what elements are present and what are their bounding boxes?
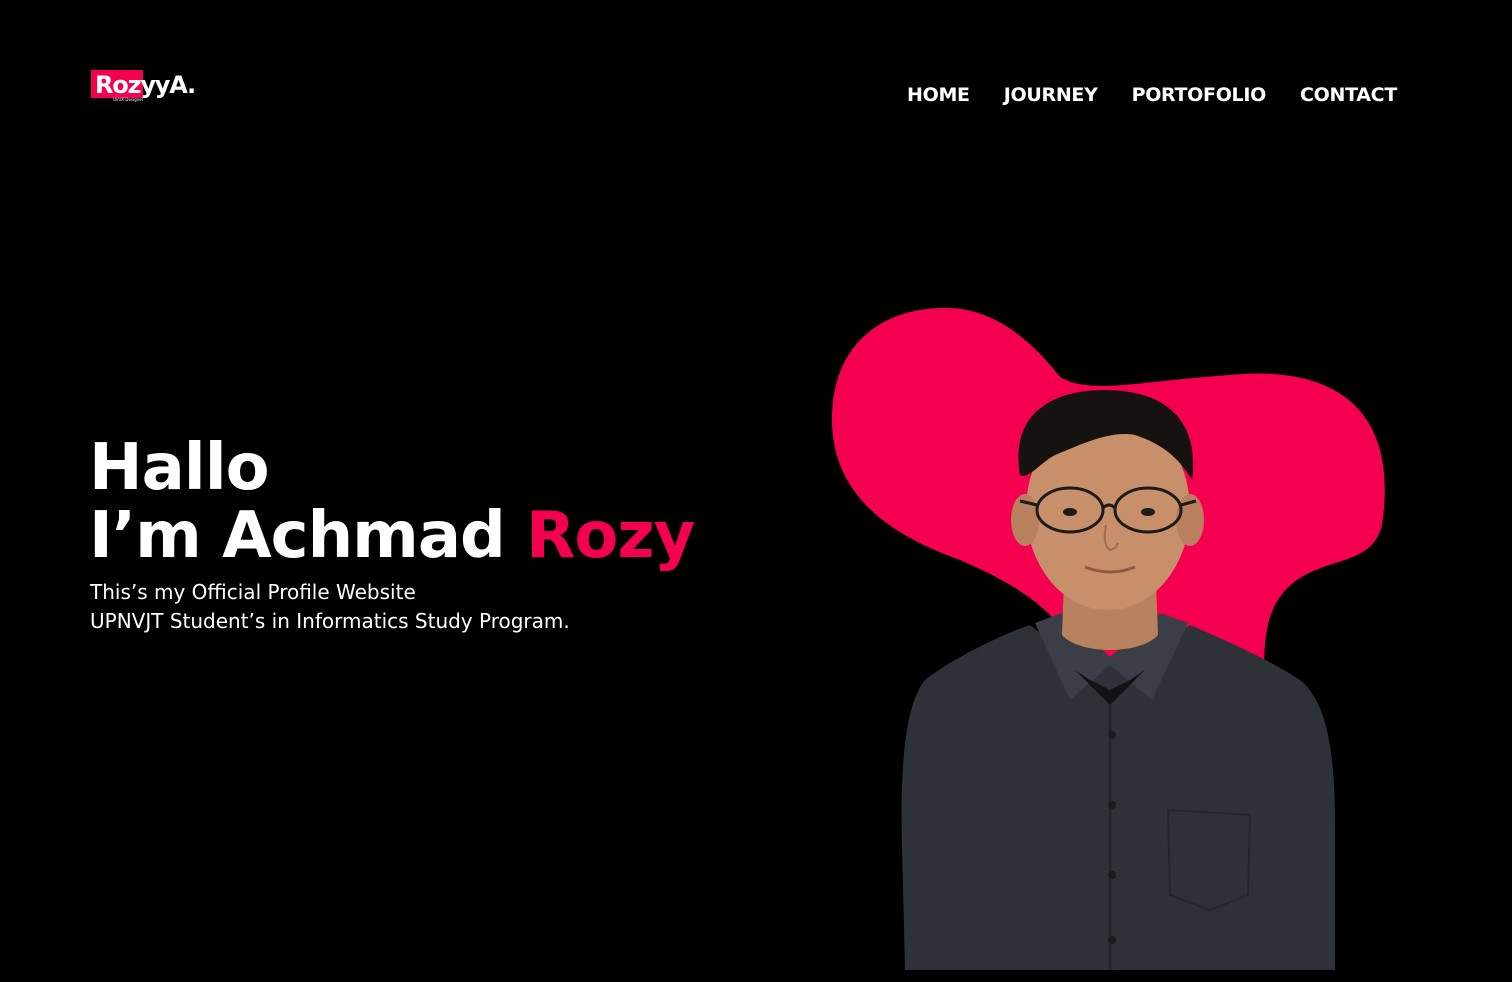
nav-portofolio[interactable]: PORTOFOLIO — [1132, 84, 1267, 106]
nav-contact[interactable]: CONTACT — [1300, 84, 1397, 106]
hero-name-prefix: I’m Achmad — [89, 499, 506, 573]
hero-description-line-2: UPNVJT Student’s in Informatics Study Pr… — [90, 609, 570, 633]
hero-description-line-1: This’s my Official Profile Website — [90, 580, 416, 604]
hero-description: This’s my Official Profile Website UPNVJ… — [90, 578, 570, 636]
hero-greeting: Hallo — [89, 431, 270, 505]
hero-name-accent: Rozy — [526, 499, 695, 573]
hero-heading: Hallo I’m Achmad Rozy — [89, 431, 695, 573]
nav-journey[interactable]: JOURNEY — [1004, 84, 1098, 106]
nav-home[interactable]: HOME — [907, 84, 970, 106]
person-shirt — [901, 625, 1335, 970]
logo-subtitle: UI/UX Designer — [113, 97, 144, 102]
shirt-button — [1108, 936, 1116, 944]
profile-portrait — [831, 307, 1385, 970]
person-eye-right — [1141, 508, 1155, 516]
hero-name-line: I’m Achmad Rozy — [89, 499, 695, 573]
site-logo[interactable]: RozyyA. UI/UX Designer — [91, 70, 211, 106]
shirt-button — [1108, 801, 1116, 809]
shirt-button — [1108, 731, 1116, 739]
shirt-button — [1108, 871, 1116, 879]
main-nav: HOME JOURNEY PORTOFOLIO CONTACT — [907, 80, 1397, 110]
logo-text: RozyyA. — [95, 71, 196, 99]
person-eye-left — [1063, 508, 1077, 516]
